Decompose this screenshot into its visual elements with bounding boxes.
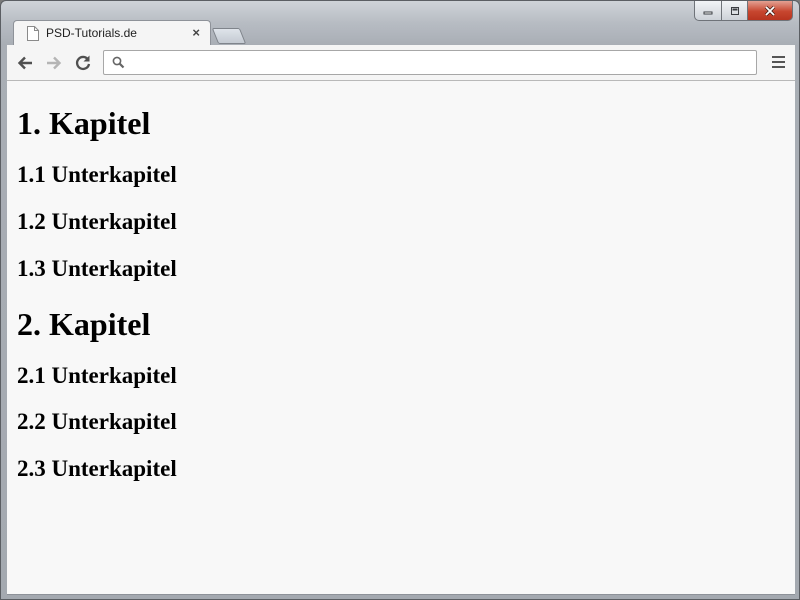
tab-close-button[interactable]: ×: [192, 26, 200, 40]
subchapter-heading: 1.2 Unterkapitel: [17, 209, 177, 234]
chapter-heading: 1. Kapitel: [17, 105, 151, 141]
omnibox[interactable]: [103, 50, 757, 75]
tab-title: PSD-Tutorials.de: [46, 26, 137, 40]
browser-window: PSD-Tutorials.de × 1. Kapitel 1.1 Unterk…: [0, 0, 800, 600]
maximize-icon: [730, 6, 739, 15]
subchapter-heading: 2.1 Unterkapitel: [17, 363, 177, 388]
tab-psd-tutorials[interactable]: PSD-Tutorials.de ×: [13, 20, 211, 46]
address-input[interactable]: [130, 53, 754, 74]
new-tab-button[interactable]: [211, 28, 247, 44]
menu-icon[interactable]: [772, 56, 785, 70]
forward-icon[interactable]: [45, 54, 63, 72]
subchapter-heading: 1.1 Unterkapitel: [17, 162, 177, 187]
subchapter-heading: 2.2 Unterkapitel: [17, 409, 177, 434]
page-icon: [27, 26, 39, 41]
close-window-button[interactable]: [748, 1, 793, 21]
back-icon[interactable]: [16, 54, 34, 72]
reload-icon[interactable]: [74, 54, 92, 72]
toolbar: [7, 45, 795, 81]
page-content: 1. Kapitel 1.1 Unterkapitel 1.2 Unterkap…: [7, 81, 795, 595]
close-icon: [764, 5, 776, 16]
maximize-button[interactable]: [722, 1, 748, 21]
subchapter-heading: 2.3 Unterkapitel: [17, 456, 177, 481]
subchapter-heading: 1.3 Unterkapitel: [17, 256, 177, 281]
window-controls: [694, 1, 793, 21]
search-icon: [112, 56, 125, 69]
chapter-heading: 2. Kapitel: [17, 306, 151, 342]
minimize-button[interactable]: [694, 1, 722, 21]
minimize-icon: [703, 11, 713, 14]
